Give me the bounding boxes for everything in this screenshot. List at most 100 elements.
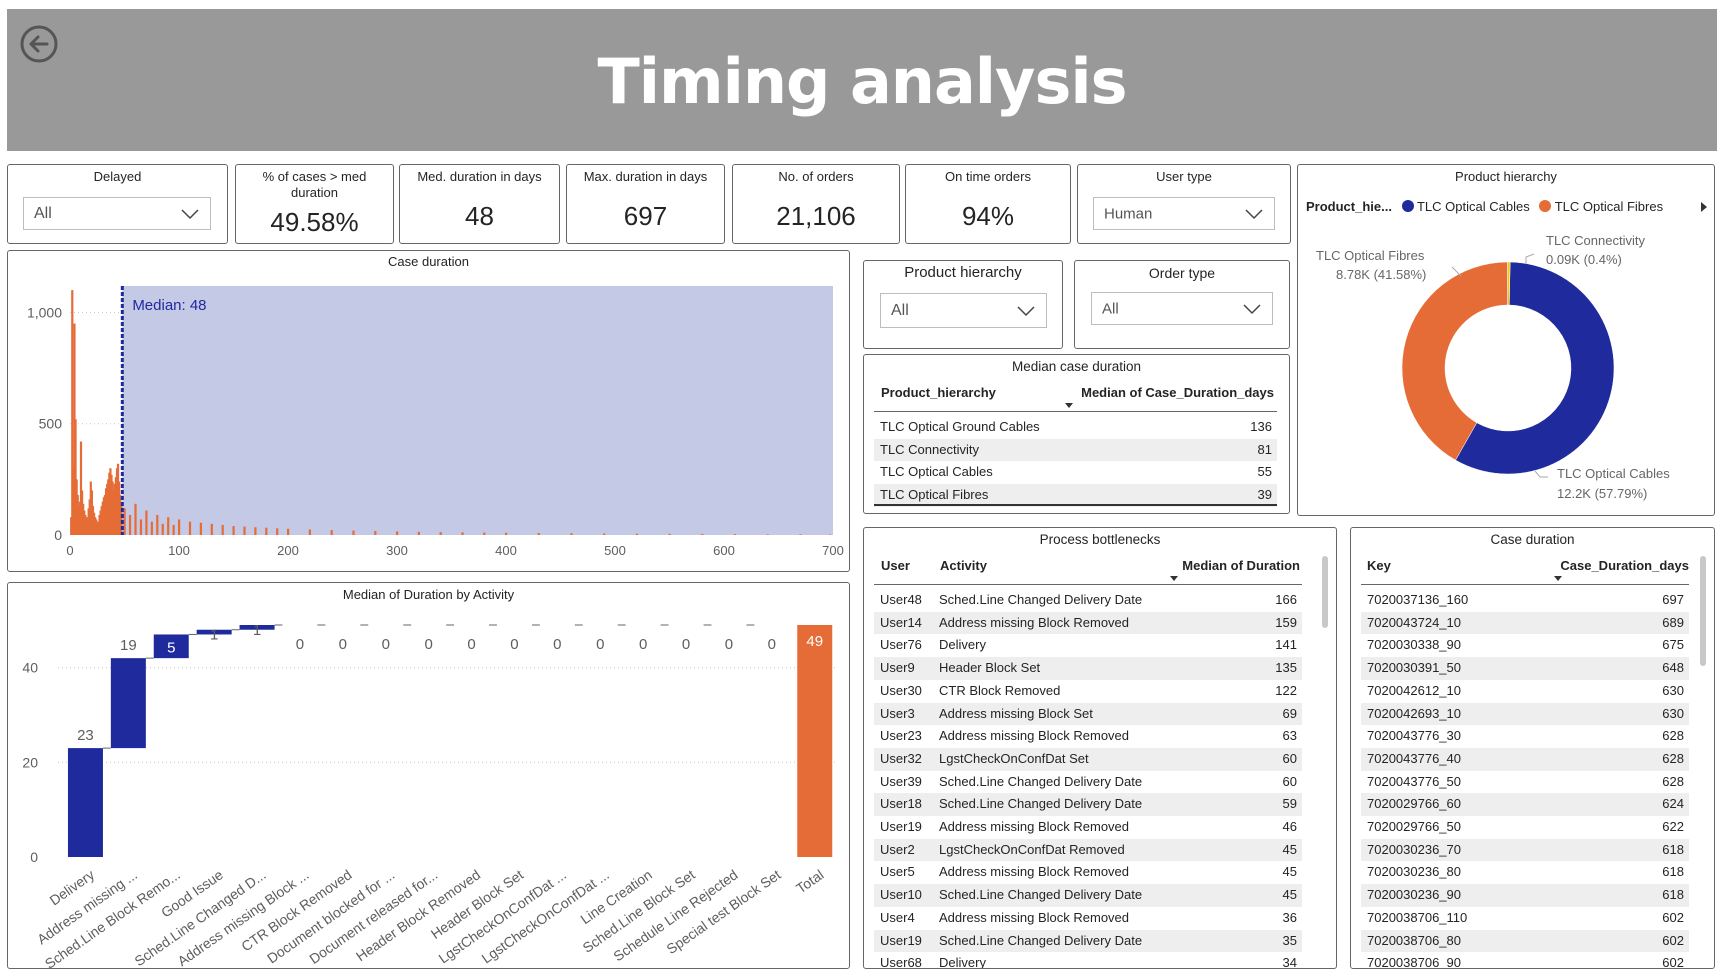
table-row[interactable]: 7020030236_70 618	[1361, 838, 1689, 862]
histogram-bar	[570, 533, 573, 535]
table-row[interactable]: 7020038706_110 602	[1361, 907, 1689, 930]
table-row[interactable]: User9 Header Block Set 135	[874, 657, 1302, 680]
vertical-scrollbar[interactable]	[1322, 556, 1328, 628]
col-header-case-duration[interactable]: Case_Duration_days	[1560, 558, 1689, 573]
table-row[interactable]: User48 Sched.Line Changed Delivery Date 16…	[874, 589, 1302, 612]
order-type-value: All	[1102, 300, 1119, 317]
table-row[interactable]: 7020043776_30 628	[1361, 725, 1689, 748]
order-type-dropdown[interactable]: All	[1091, 292, 1273, 325]
cell-product: TLC Optical Cables	[880, 464, 993, 480]
table-row[interactable]: User18 Sched.Line Changed Delivery Date 59	[874, 793, 1302, 816]
y-tick-label: 500	[39, 416, 63, 432]
table-row[interactable]: 7020029766_60 624	[1361, 793, 1689, 816]
table-row[interactable]: User19 Address missing Block Removed 46	[874, 816, 1302, 839]
data-label: 1	[253, 622, 261, 639]
table-row[interactable]: TLC Optical Ground Cables 136	[874, 416, 1277, 439]
table-row[interactable]: User39 Sched.Line Changed Delivery Date 60	[874, 771, 1302, 794]
col-header-product[interactable]: Product_hierarchy	[881, 385, 996, 400]
table-row[interactable]: TLC Optical Cables 55	[874, 461, 1277, 484]
table-row[interactable]: 7020030236_80 618	[1361, 861, 1689, 884]
table-row[interactable]: User32 LgstCheckOnConfDat Set 60	[874, 747, 1302, 771]
table-row[interactable]: User30 CTR Block Removed 122	[874, 680, 1302, 703]
vertical-scrollbar[interactable]	[1700, 556, 1706, 666]
cell-activity: CTR Block Removed	[939, 682, 1061, 698]
cell-case-duration: 630	[1662, 682, 1684, 698]
cell-duration: 63	[1282, 728, 1297, 744]
table-row[interactable]: User19 Sched.Line Changed Delivery Date 35	[874, 929, 1302, 953]
on-time-card: On time orders 94%	[905, 164, 1071, 244]
product-hierarchy-dropdown[interactable]: All	[880, 293, 1047, 328]
cell-user: User2	[880, 841, 915, 857]
cell-median: 81	[1257, 441, 1272, 457]
data-label: 0	[424, 636, 432, 653]
table-row[interactable]: 7020037136_160 697	[1361, 589, 1689, 612]
table-row[interactable]: 7020042693_10 630	[1361, 702, 1689, 726]
table-row[interactable]: 7020042612_10 630	[1361, 680, 1689, 703]
table-row[interactable]: User68 Delivery 34	[874, 952, 1302, 969]
table-row[interactable]: 7020030391_50 648	[1361, 657, 1689, 680]
col-header-activity[interactable]: Activity	[940, 558, 987, 573]
table-row[interactable]: 7020038706_80 602	[1361, 929, 1689, 953]
cell-duration: 135	[1275, 660, 1297, 676]
x-category-label: Total	[793, 866, 826, 896]
table-row[interactable]: User2 LgstCheckOnConfDat Removed 45	[874, 838, 1302, 862]
table-row[interactable]: 7020030338_90 675	[1361, 634, 1689, 657]
cell-activity: Delivery	[939, 955, 986, 969]
cell-median: 136	[1250, 419, 1272, 434]
data-label: 0	[639, 636, 647, 653]
on-time-value: 94%	[961, 201, 1015, 231]
chevron-down-icon	[1245, 208, 1263, 219]
col-header-user[interactable]: User	[881, 558, 910, 573]
user-type-dropdown[interactable]: Human	[1093, 197, 1275, 230]
cell-activity: LgstCheckOnConfDat Removed	[939, 841, 1125, 857]
table-row[interactable]: User14 Address missing Block Removed 159	[874, 611, 1302, 635]
table-row[interactable]: 7020043776_40 628	[1361, 747, 1689, 771]
cell-key: 7020038706_90	[1367, 955, 1461, 969]
on-time-label: On time orders	[945, 169, 1031, 184]
cell-case-duration: 602	[1662, 932, 1684, 948]
histogram-bar	[123, 508, 126, 535]
no-orders-card: No. of orders 21,106	[732, 164, 900, 244]
label-fibres-value: 8.78K (41.58%)	[1336, 267, 1426, 282]
case-duration-histogram: 0 500 1,000 0 100 200 300 400 500 600 700 Median: 4…	[27, 286, 844, 558]
table-row[interactable]: User5 Address missing Block Removed 45	[874, 861, 1302, 884]
table-row[interactable]: 7020029766_50 622	[1361, 816, 1689, 839]
histogram-bar	[603, 533, 606, 535]
table-row[interactable]: 7020043724_10 689	[1361, 611, 1689, 635]
table-row[interactable]: 7020043776_50 628	[1361, 771, 1689, 794]
label-cables-name: TLC Optical Cables	[1557, 466, 1670, 481]
process-bottlenecks-table: Process bottlenecks User Activity Median…	[863, 527, 1337, 969]
table-row[interactable]: User76 Delivery 141	[874, 634, 1302, 657]
col-header-key[interactable]: Key	[1367, 558, 1391, 573]
col-header-median-duration[interactable]: Median of Duration	[1182, 558, 1300, 573]
table-row[interactable]: 7020038706_90 602	[1361, 952, 1689, 969]
max-duration-label: Max. duration in days	[583, 169, 708, 184]
cell-user: User4	[880, 909, 915, 925]
table-row[interactable]: User4 Address missing Block Removed 36	[874, 907, 1302, 930]
cell-user: User3	[880, 705, 915, 721]
table-row[interactable]: User10 Sched.Line Changed Delivery Date 45	[874, 884, 1302, 907]
pct-cases-value: 49.58%	[270, 207, 359, 237]
cell-duration: 34	[1282, 955, 1297, 969]
y-tick-label: 20	[22, 754, 38, 770]
data-label: 19	[120, 637, 137, 654]
cell-key: 7020030391_50	[1367, 660, 1461, 676]
table-row[interactable]: User23 Address missing Block Removed 63	[874, 725, 1302, 748]
histogram-bar	[265, 527, 268, 535]
waterfall-bar	[67, 748, 103, 857]
no-orders-value: 21,106	[776, 201, 856, 231]
table-row[interactable]: TLC Connectivity 81	[874, 438, 1277, 462]
table-row[interactable]: 7020030236_90 618	[1361, 884, 1689, 907]
col-header-median[interactable]: Median of Case_Duration_days	[1081, 385, 1274, 400]
med-duration-card: Med. duration in days 48	[399, 164, 560, 244]
data-label: 0	[510, 636, 518, 653]
y-tick-label: 40	[22, 660, 38, 676]
cell-key: 7020029766_60	[1367, 796, 1461, 812]
histogram-bar	[276, 528, 279, 535]
delayed-dropdown[interactable]: All	[23, 197, 211, 230]
table-row[interactable]: User3 Address missing Block Set 69	[874, 702, 1302, 726]
header-divider	[874, 411, 1277, 412]
pct-cases-label: % of cases > med duration	[262, 169, 367, 200]
cell-key: 7020030338_90	[1367, 637, 1461, 653]
x-tick-label: 500	[604, 543, 626, 558]
